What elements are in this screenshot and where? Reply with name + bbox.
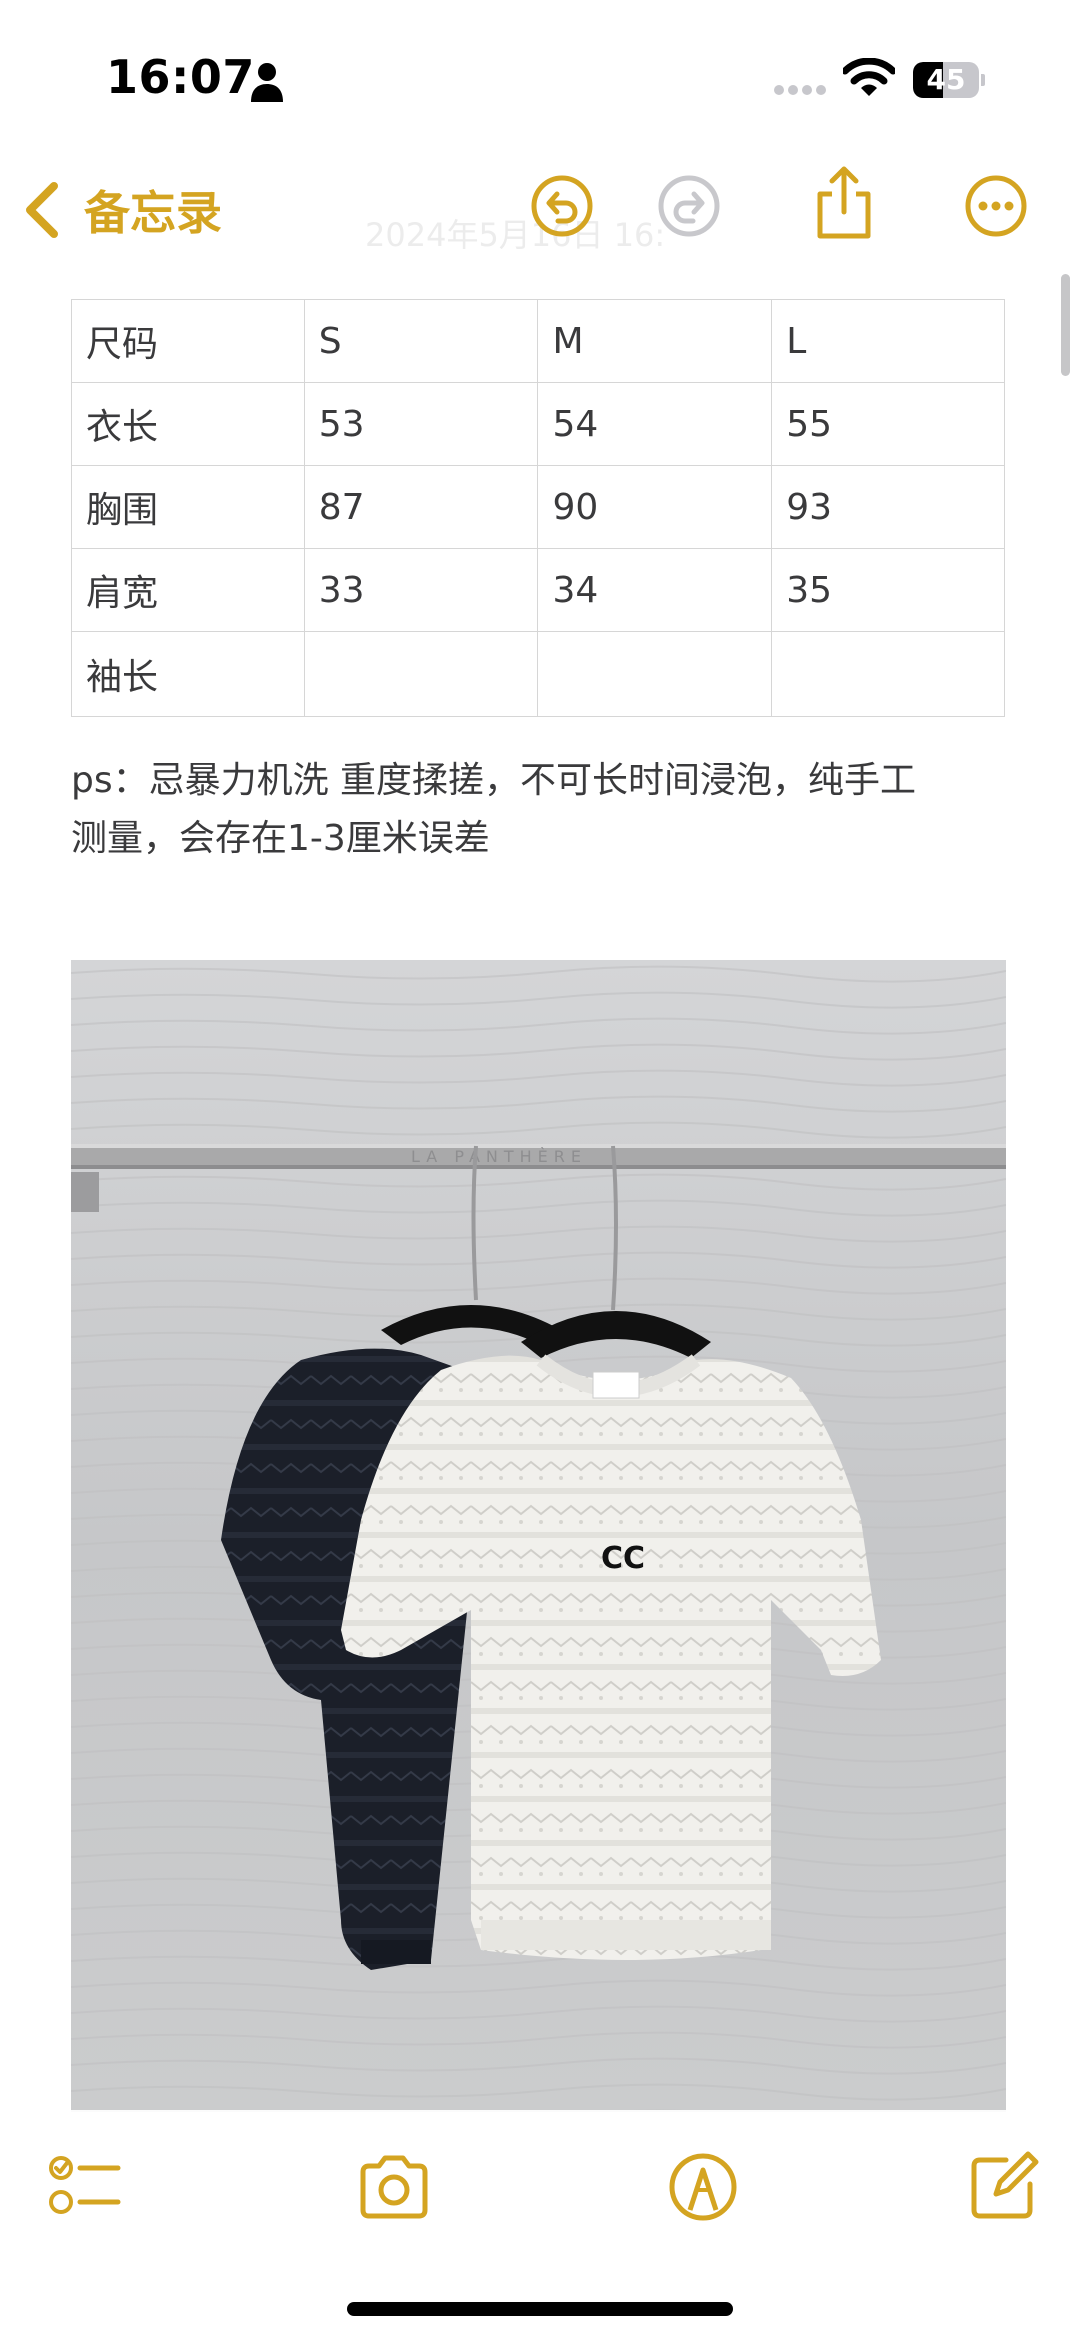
more-icon[interactable] <box>964 174 1028 238</box>
chevron-left-icon <box>26 182 58 238</box>
table-cell[interactable]: 袖长 <box>71 631 305 717</box>
compose-icon[interactable] <box>966 2148 1040 2222</box>
markup-icon[interactable] <box>666 2150 740 2224</box>
table-row: 衣长 53 54 55 <box>71 382 1005 466</box>
table-cell[interactable]: 53 <box>303 382 539 466</box>
scroll-indicator[interactable] <box>1061 274 1070 376</box>
table-cell[interactable]: L <box>771 299 1005 383</box>
person-icon <box>251 63 283 102</box>
table-cell[interactable]: 33 <box>303 548 539 632</box>
undo-icon[interactable] <box>530 174 594 238</box>
table-cell[interactable]: M <box>537 299 773 383</box>
note-line: 测量，会存在1-3厘米误差 <box>71 818 490 859</box>
table-cell[interactable]: 衣长 <box>71 382 305 466</box>
note-date-faint: 2024年5月16日 16: <box>365 216 666 254</box>
redo-icon[interactable] <box>657 174 721 238</box>
table-cell[interactable]: 尺码 <box>71 299 305 383</box>
product-photo[interactable]: LA PANTHÈRE CC <box>71 960 1006 2112</box>
table-cell[interactable]: 87 <box>303 465 539 549</box>
share-icon[interactable] <box>812 166 876 240</box>
table-cell[interactable] <box>537 631 773 717</box>
back-button[interactable]: 备忘录 <box>22 170 222 250</box>
camera-icon[interactable] <box>357 2150 431 2224</box>
checklist-icon[interactable] <box>48 2150 122 2224</box>
note-line: ps：忌暴力机洗 重度揉搓，不可长时间浸泡，纯手工 <box>71 760 917 801</box>
table-cell[interactable]: 55 <box>771 382 1005 466</box>
table-cell[interactable]: 90 <box>537 465 773 549</box>
table-cell[interactable]: 54 <box>537 382 773 466</box>
table-row: 肩宽 33 34 35 <box>71 548 1005 632</box>
table-cell[interactable]: 35 <box>771 548 1005 632</box>
back-label: 备忘录 <box>84 186 222 240</box>
table-cell[interactable]: 93 <box>771 465 1005 549</box>
note-body-text[interactable]: ps：忌暴力机洗 重度揉搓，不可长时间浸泡，纯手工 测量，会存在1-3厘米误差 <box>71 752 1011 868</box>
table-cell[interactable]: 胸围 <box>71 465 305 549</box>
table-row: 胸围 87 90 93 <box>71 465 1005 549</box>
home-indicator[interactable] <box>347 2302 733 2316</box>
cellular-signal-icon <box>774 85 826 95</box>
table-row: 袖长 <box>71 631 1005 717</box>
table-cell[interactable]: S <box>303 299 539 383</box>
table-cell[interactable]: 34 <box>537 548 773 632</box>
logo-text: CC <box>601 1541 645 1576</box>
status-time: 16:07 <box>106 50 255 104</box>
battery-indicator: 45 <box>913 62 985 98</box>
table-row: 尺码 S M L <box>71 299 1005 383</box>
wifi-icon <box>843 58 895 96</box>
table-cell[interactable] <box>303 631 539 717</box>
status-bar: 16:07 45 <box>0 0 1080 150</box>
nav-bar: 2024年5月16日 16: 备忘录 <box>0 150 1080 270</box>
table-cell[interactable] <box>771 631 1005 717</box>
battery-level: 45 <box>926 63 966 96</box>
bottom-toolbar <box>0 2110 1080 2260</box>
size-table[interactable]: 尺码 S M L 衣长 53 54 55 胸围 87 90 93 肩宽 33 3… <box>71 299 1005 717</box>
wall-text: LA PANTHÈRE <box>411 1147 587 1166</box>
table-cell[interactable]: 肩宽 <box>71 548 305 632</box>
